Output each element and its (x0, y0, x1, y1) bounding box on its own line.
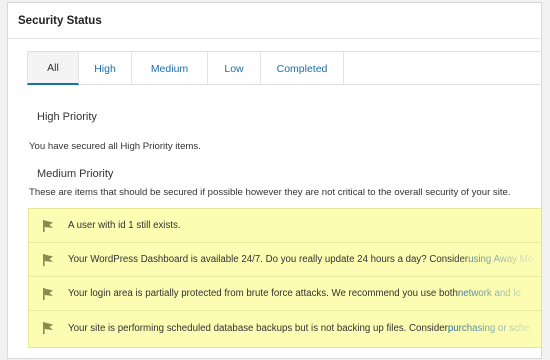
medium-priority-message: These are items that should be secured i… (29, 187, 511, 198)
flag-icon (43, 219, 53, 232)
flag-icon (43, 322, 53, 334)
warning-link[interactable]: using Away Mo (468, 254, 533, 265)
warning-row: Your WordPress Dashboard is available 24… (29, 243, 541, 277)
panel-title: Security Status (18, 14, 102, 27)
medium-priority-list: A user with id 1 still exists. Your Word… (28, 208, 541, 348)
warning-link[interactable]: network and lo (458, 288, 521, 299)
tab-all[interactable]: All (27, 52, 79, 85)
warning-link[interactable]: purchasing or sche (448, 323, 530, 334)
security-status-panel: Security Status All High Medium Low Comp… (7, 2, 542, 359)
flag-icon (43, 253, 53, 266)
panel-header: Security Status (8, 3, 541, 39)
flag-icon (43, 287, 53, 300)
warning-text: A user with id 1 still exists. (68, 220, 181, 231)
warning-text: Your WordPress Dashboard is available 24… (68, 254, 469, 265)
tab-completed[interactable]: Completed (261, 52, 344, 85)
tab-high[interactable]: High (79, 52, 132, 85)
high-priority-heading: High Priority (37, 111, 97, 123)
priority-tabs: All High Medium Low Completed (27, 51, 541, 85)
medium-priority-heading: Medium Priority (37, 168, 114, 180)
high-priority-message: You have secured all High Priority items… (29, 141, 201, 152)
warning-text: Your login area is partially protected f… (68, 288, 458, 299)
tab-medium[interactable]: Medium (132, 52, 208, 85)
warning-row: Your login area is partially protected f… (29, 277, 541, 311)
tab-low[interactable]: Low (208, 52, 261, 85)
warning-text: Your site is performing scheduled databa… (68, 322, 448, 334)
warning-row: Your site is performing scheduled databa… (29, 311, 541, 345)
warning-row: A user with id 1 still exists. (29, 209, 541, 243)
